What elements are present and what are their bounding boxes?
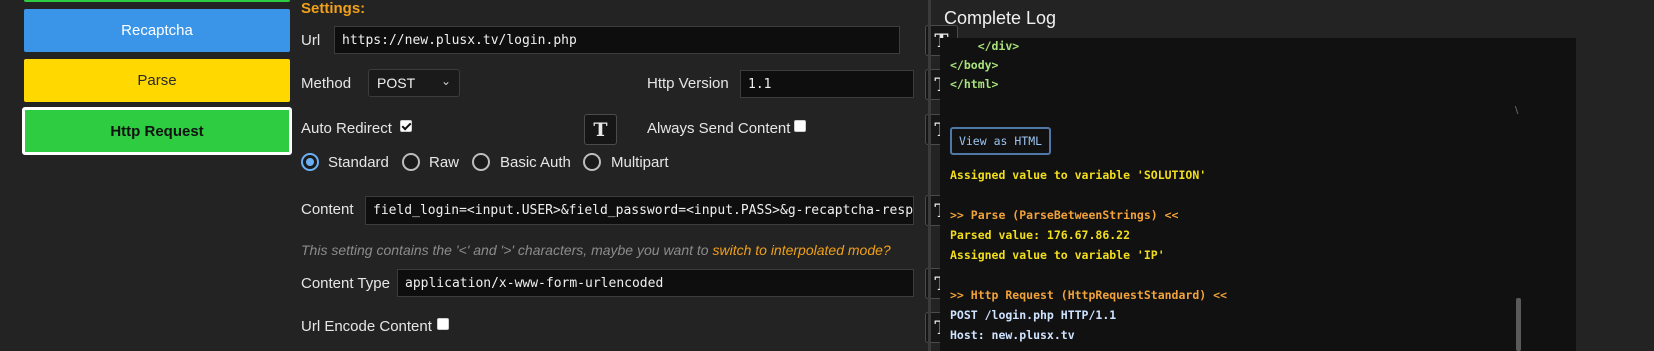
- radio-raw-label: Raw: [429, 154, 460, 171]
- auto-redirect-label: Auto Redirect: [301, 120, 392, 137]
- view-as-html-button[interactable]: View as HTML: [950, 127, 1051, 155]
- hint-text: This setting contains the '<' and '>' ch…: [301, 242, 713, 258]
- log-line: </html>: [950, 77, 999, 91]
- block-parse[interactable]: Parse: [24, 59, 290, 102]
- block-recaptcha[interactable]: Recaptcha: [24, 9, 290, 52]
- log-line: </body>: [950, 58, 999, 72]
- settings-title: Settings:: [301, 0, 366, 17]
- log-line: Parsed value: 176.67.86.22: [950, 228, 1131, 242]
- block-http-request-label: Http Request: [110, 122, 204, 140]
- text-mode-icon: T: [593, 118, 608, 141]
- auto-redirect-interp-toggle-button[interactable]: T: [584, 114, 617, 145]
- log-line: Assigned value to variable 'SOLUTION': [950, 168, 1207, 182]
- method-label: Method: [301, 75, 352, 92]
- radio-multipart[interactable]: [583, 153, 601, 171]
- block-recaptcha-label: Recaptcha: [121, 22, 193, 39]
- switch-interpolated-mode-link[interactable]: switch to interpolated mode?: [712, 242, 890, 258]
- log-line: </div>: [950, 39, 1020, 53]
- log-output[interactable]: </div> </body> </html> ∖ View as HTML As…: [940, 38, 1576, 351]
- radio-multipart-label: Multipart: [611, 154, 669, 171]
- content-type-input[interactable]: application/x-www-form-urlencoded: [397, 269, 914, 297]
- auto-redirect-checkbox[interactable]: [400, 120, 412, 132]
- log-line: >> Http Request (HttpRequestStandard) <<: [950, 288, 1227, 302]
- method-select-value: POST: [377, 75, 416, 91]
- block-parse-label: Parse: [137, 72, 177, 89]
- content-label: Content: [301, 201, 354, 218]
- interpolated-mode-hint: This setting contains the '<' and '>' ch…: [301, 242, 891, 258]
- content-type-label: Content Type: [301, 275, 390, 292]
- log-line: Host: new.plusx.tv: [950, 328, 1075, 342]
- url-encode-content-checkbox[interactable]: [437, 318, 449, 330]
- log-scrollbar[interactable]: [1516, 298, 1521, 351]
- url-label: Url: [301, 32, 321, 49]
- always-send-content-checkbox[interactable]: [794, 120, 806, 132]
- chevron-down-icon: ⌄: [440, 74, 451, 88]
- log-line: >> Parse (ParseBetweenStrings) <<: [950, 208, 1179, 222]
- log-title: Complete Log: [944, 8, 1057, 28]
- block-partial-top[interactable]: [24, 0, 290, 2]
- radio-standard-label: Standard: [328, 154, 389, 171]
- log-line: POST /login.php HTTP/1.1: [950, 308, 1117, 322]
- content-input[interactable]: field_login=<input.USER>&field_password=…: [365, 196, 914, 225]
- radio-basic-auth-label: Basic Auth: [500, 154, 571, 171]
- radio-standard[interactable]: [301, 153, 319, 171]
- method-select[interactable]: POST ⌄: [368, 69, 460, 97]
- radio-basic-auth[interactable]: [472, 153, 490, 171]
- always-send-content-label: Always Send Content: [647, 120, 791, 137]
- block-http-request[interactable]: Http Request: [22, 107, 292, 155]
- url-input[interactable]: https://new.plusx.tv/login.php: [334, 26, 900, 54]
- panel-divider[interactable]: [928, 0, 931, 351]
- log-line: Assigned value to variable 'IP': [950, 248, 1165, 262]
- resize-grip-icon[interactable]: ∖: [1513, 106, 1519, 117]
- http-version-label: Http Version: [647, 75, 729, 92]
- url-encode-content-label: Url Encode Content: [301, 318, 432, 335]
- http-version-input[interactable]: 1.1: [740, 70, 914, 98]
- radio-raw[interactable]: [402, 153, 420, 171]
